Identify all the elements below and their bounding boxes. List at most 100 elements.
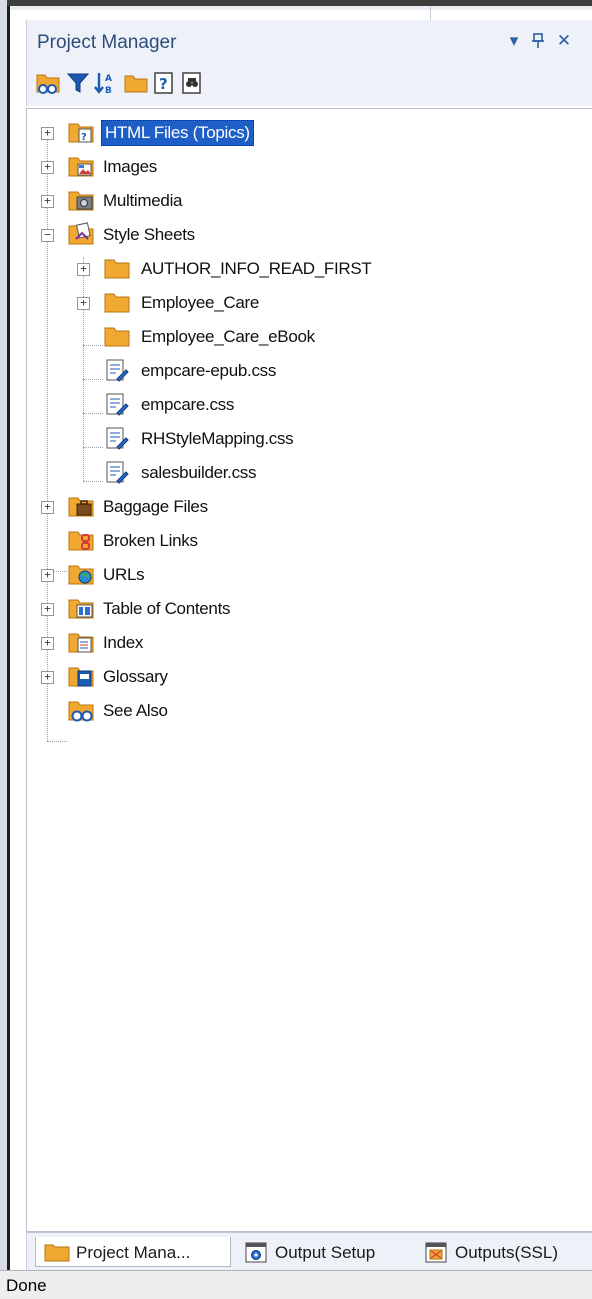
index-folder-icon — [67, 629, 95, 655]
window-frame-left-inner — [7, 6, 10, 1270]
tab-project-manager[interactable]: Project Mana... — [35, 1237, 231, 1267]
tree-node-baggage-files[interactable]: + Baggage Files — [27, 491, 592, 523]
css-file-icon — [103, 391, 131, 417]
tree-node-label: Images — [103, 157, 157, 176]
expand-toggle[interactable]: + — [41, 127, 54, 140]
collapse-toggle[interactable]: − — [41, 229, 54, 242]
expand-toggle[interactable]: + — [41, 161, 54, 174]
tree-node-css-file[interactable]: salesbuilder.css — [63, 457, 592, 489]
toc-folder-icon — [67, 595, 95, 621]
panel-tab-bar: Project Mana... Output Setup Outputs(SSL… — [26, 1232, 592, 1270]
panel-menu-dropdown-icon[interactable]: ▾ — [503, 28, 525, 54]
window-frame-left — [0, 0, 7, 1270]
tree-node-index[interactable]: + Index — [27, 627, 592, 659]
tree-node-css-file[interactable]: empcare.css — [63, 389, 592, 421]
tree-node-label: Glossary — [103, 667, 168, 686]
new-folder-view-icon[interactable] — [35, 70, 61, 98]
tree-node-label: RHStyleMapping.css — [141, 429, 294, 448]
svg-text:?: ? — [81, 132, 87, 143]
tab-output-setup[interactable]: Output Setup — [241, 1237, 411, 1267]
expand-toggle[interactable]: + — [41, 603, 54, 616]
svg-text:?: ? — [159, 75, 168, 93]
glossary-folder-icon — [67, 663, 95, 689]
tree-node-employee-care-folder[interactable]: + Employee_Care — [63, 287, 592, 319]
tree-node-style-sheets[interactable]: − Style Sheets — [27, 219, 592, 251]
tree-node-label: See Also — [103, 701, 168, 720]
tree-node-label: Table of Contents — [103, 599, 231, 618]
tree-connector — [47, 741, 67, 742]
expand-toggle[interactable]: + — [41, 501, 54, 514]
tree-node-label: Multimedia — [103, 191, 183, 210]
project-tree: + ? HTML Files (Topics) + Images + Multi… — [26, 108, 592, 1232]
window-frame-top-inner — [10, 6, 592, 10]
expand-toggle[interactable]: + — [41, 637, 54, 650]
folder-icon — [103, 255, 131, 281]
tree-node-urls[interactable]: + URLs — [27, 559, 592, 591]
panel-title: Project Manager — [37, 32, 177, 53]
output-setup-icon — [245, 1242, 269, 1269]
panel-titlebar: Project Manager ▾ ✕ — [26, 20, 592, 64]
tree-node-label: Baggage Files — [103, 497, 208, 516]
expand-toggle[interactable]: + — [77, 263, 90, 276]
tree-node-multimedia[interactable]: + Multimedia — [27, 185, 592, 217]
filter-icon[interactable] — [65, 70, 91, 98]
tree-node-label: URLs — [103, 565, 145, 584]
tree-node-employee-care-ebook-folder[interactable]: Employee_Care_eBook — [63, 321, 592, 353]
broken-links-folder-icon — [67, 527, 95, 553]
status-bar: Done — [0, 1270, 592, 1299]
expand-toggle[interactable]: + — [77, 297, 90, 310]
tree-node-table-of-contents[interactable]: + Table of Contents — [27, 593, 592, 625]
folder-icon — [103, 323, 131, 349]
folder-icon — [103, 289, 131, 315]
tree-node-see-also[interactable]: See Also — [27, 695, 592, 727]
project-manager-panel: Project Manager ▾ ✕ AB ? + ? HTML Files … — [26, 20, 592, 1270]
find-icon[interactable] — [179, 70, 205, 98]
css-file-icon — [103, 425, 131, 451]
expand-toggle[interactable]: + — [41, 195, 54, 208]
tree-node-html-files[interactable]: + ? HTML Files (Topics) — [27, 117, 592, 149]
tree-node-label: AUTHOR_INFO_READ_FIRST — [141, 259, 372, 278]
splitter-mark — [430, 6, 431, 20]
folder-icon — [44, 1242, 70, 1267]
tab-label: Output Setup — [275, 1243, 376, 1262]
panel-toolbar: AB ? — [26, 64, 592, 106]
css-file-icon — [103, 357, 131, 383]
tree-node-label: Broken Links — [103, 531, 198, 550]
close-icon[interactable]: ✕ — [553, 28, 575, 54]
tree-node-images[interactable]: + Images — [27, 151, 592, 183]
tree-node-glossary[interactable]: + Glossary — [27, 661, 592, 693]
tree-node-label: Employee_Care — [141, 293, 259, 312]
tree-node-label: Index — [103, 633, 144, 652]
pin-icon[interactable] — [527, 28, 549, 54]
tree-node-label: Employee_Care_eBook — [141, 327, 315, 346]
tree-node-label: empcare-epub.css — [141, 361, 277, 380]
see-also-folder-icon — [67, 697, 95, 723]
expand-toggle[interactable]: + — [41, 569, 54, 582]
tab-label: Project Mana... — [76, 1243, 191, 1262]
outputs-ssl-icon — [425, 1242, 449, 1269]
help-topic-icon[interactable]: ? — [151, 70, 177, 98]
css-file-icon — [103, 459, 131, 485]
folder-icon[interactable] — [123, 70, 149, 98]
tree-node-label: Style Sheets — [103, 225, 195, 244]
tree-node-broken-links[interactable]: Broken Links — [27, 525, 592, 557]
baggage-folder-icon — [67, 493, 95, 519]
tree-node-label: salesbuilder.css — [141, 463, 257, 482]
images-folder-icon — [67, 153, 95, 179]
tree-node-css-file[interactable]: empcare-epub.css — [63, 355, 592, 387]
tree-node-label: empcare.css — [141, 395, 235, 414]
sort-az-icon[interactable]: AB — [93, 70, 119, 98]
tree-node-label: HTML Files (Topics) — [101, 120, 254, 146]
svg-text:B: B — [105, 86, 112, 96]
urls-folder-icon — [67, 561, 95, 587]
html-topics-folder-icon: ? — [67, 119, 95, 145]
expand-toggle[interactable]: + — [41, 671, 54, 684]
status-text: Done — [6, 1276, 47, 1295]
multimedia-folder-icon — [67, 187, 95, 213]
tab-outputs-ssl[interactable]: Outputs(SSL) — [421, 1237, 591, 1267]
tree-node-author-info-folder[interactable]: + AUTHOR_INFO_READ_FIRST — [63, 253, 592, 285]
tree-node-css-file[interactable]: RHStyleMapping.css — [63, 423, 592, 455]
svg-text:A: A — [105, 74, 112, 84]
style-sheets-folder-icon — [67, 221, 95, 247]
tab-label: Outputs(SSL) — [455, 1243, 558, 1262]
